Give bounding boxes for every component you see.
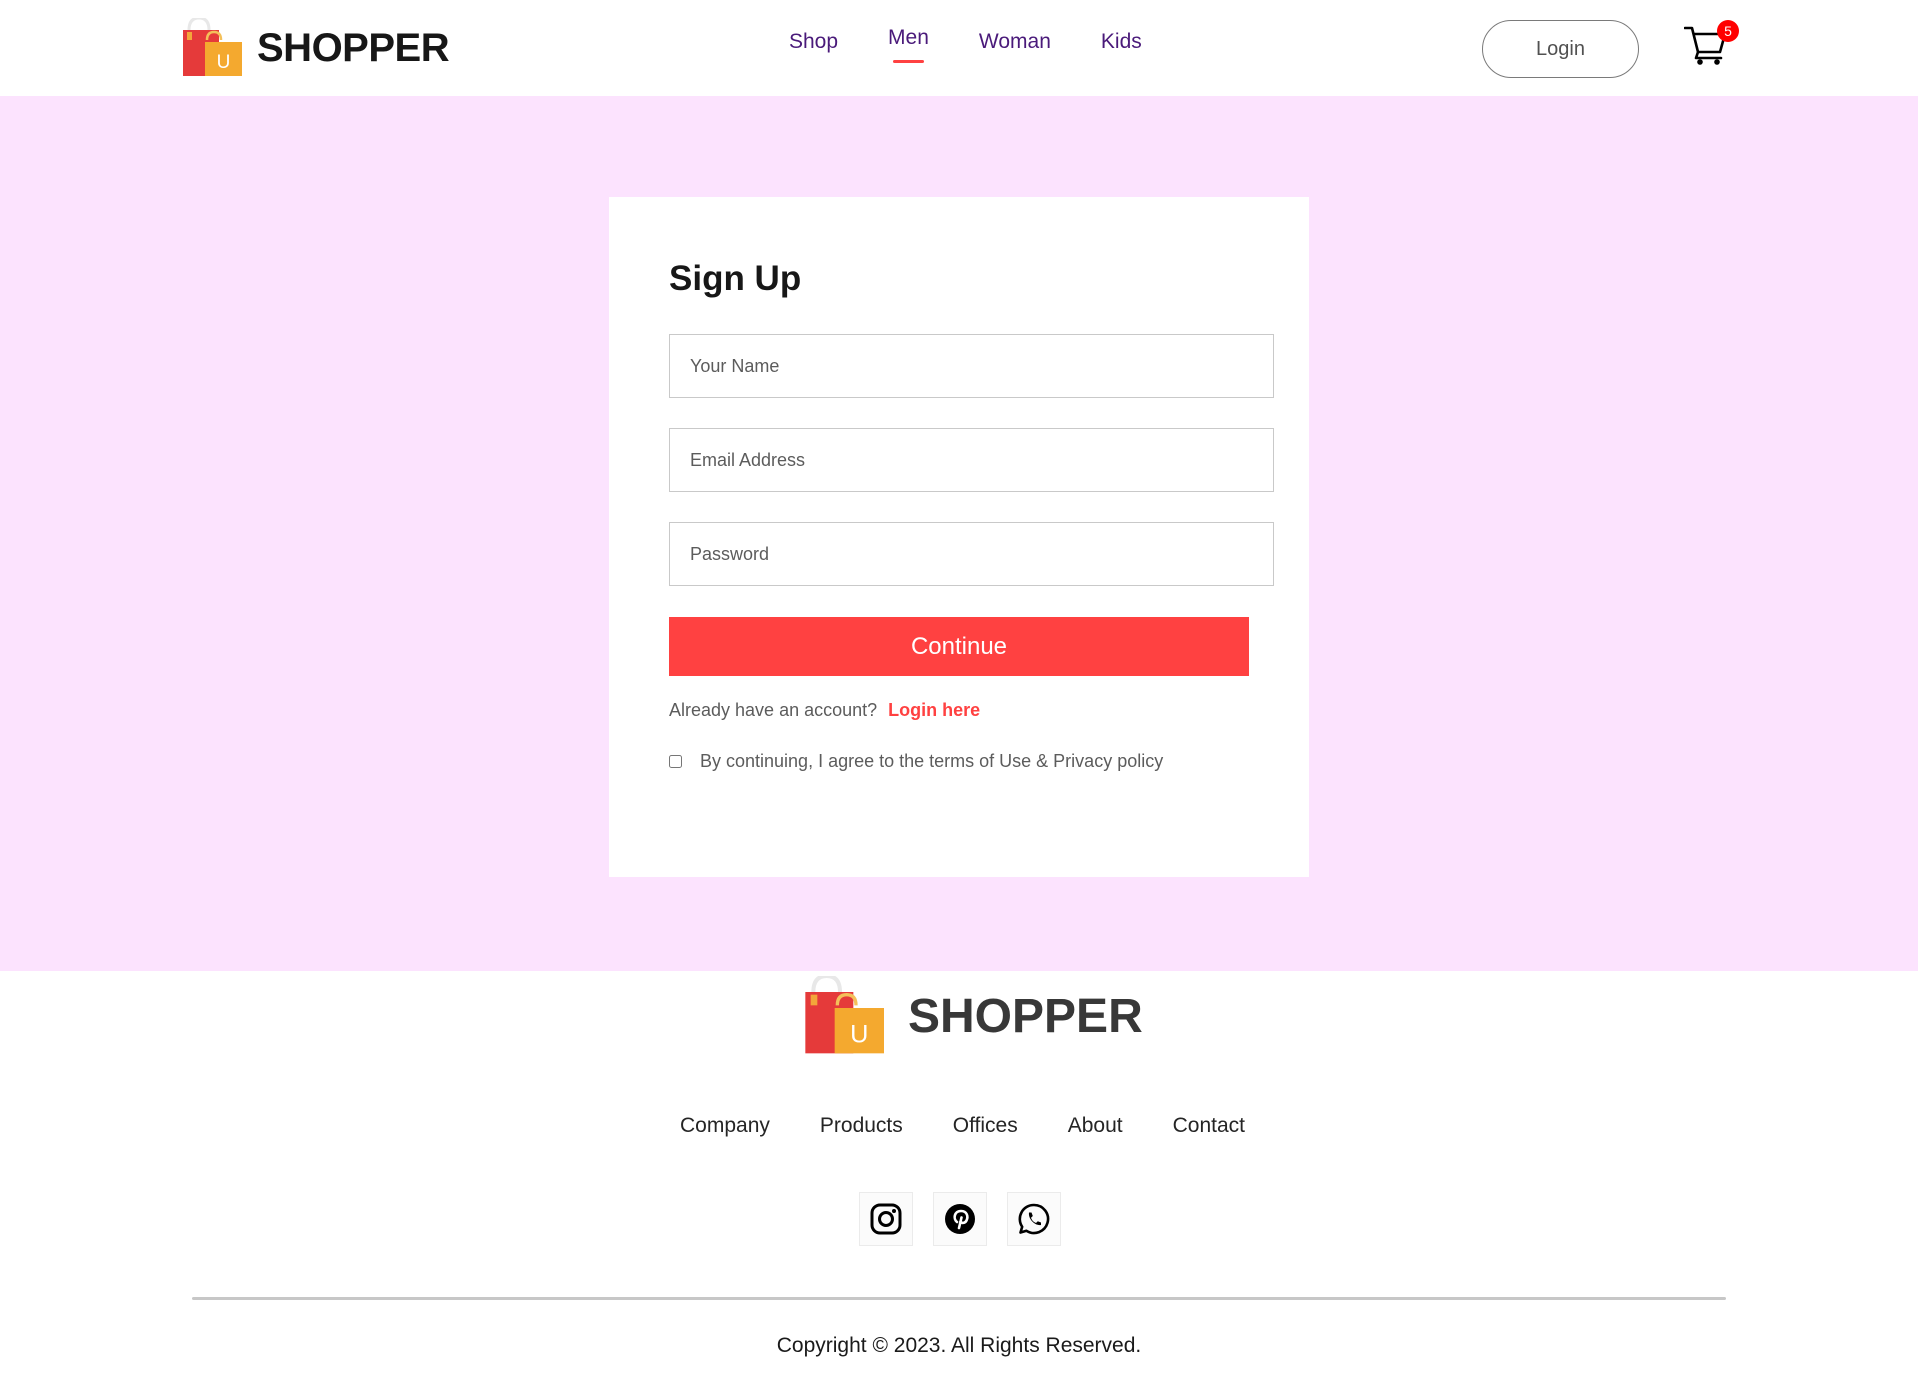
login-button[interactable]: Login — [1482, 20, 1639, 78]
agree-checkbox[interactable] — [669, 755, 682, 768]
nav-item-label: Woman — [978, 30, 1051, 53]
footer-link-products[interactable]: Products — [820, 1114, 903, 1138]
agree-text: By continuing, I agree to the terms of U… — [700, 751, 1164, 771]
footer-link-offices[interactable]: Offices — [953, 1114, 1018, 1138]
footer-brand-name: SHOPPER — [908, 989, 1143, 1043]
bag-letter: U — [850, 1021, 868, 1049]
nav-item-kids[interactable]: Kids — [1101, 30, 1142, 54]
nav-item-label: Shop — [789, 30, 839, 53]
instagram-icon — [870, 1203, 902, 1235]
social-icons — [859, 1192, 1061, 1246]
nav-item-label: Kids — [1100, 30, 1142, 53]
cart-count-badge: 5 — [1717, 20, 1739, 42]
login-prompt-text: Already have an account? — [669, 700, 878, 720]
pinterest-button[interactable] — [933, 1192, 987, 1246]
login-prompt: Already have an account? Login here — [669, 700, 980, 721]
nav-logo[interactable]: U SHOPPER — [181, 16, 450, 78]
footer-link-contact[interactable]: Contact — [1173, 1114, 1245, 1138]
instagram-button[interactable] — [859, 1192, 913, 1246]
footer-logo: U SHOPPER — [802, 973, 1143, 1056]
login-here-link[interactable]: Login here — [888, 700, 980, 720]
nav-item-shop[interactable]: Shop — [789, 30, 838, 54]
email-input[interactable] — [669, 428, 1274, 492]
agree-terms: By continuing, I agree to the terms of U… — [669, 751, 1163, 772]
active-nav-indicator — [893, 60, 924, 63]
nav-item-men[interactable]: Men — [888, 26, 929, 63]
signup-section: Sign Up Continue Already have an account… — [0, 96, 1918, 971]
brand-name: SHOPPER — [257, 25, 450, 70]
nav-item-label: Men — [888, 26, 929, 49]
whatsapp-icon — [1018, 1203, 1050, 1235]
continue-button[interactable]: Continue — [669, 617, 1249, 676]
name-input[interactable] — [669, 334, 1274, 398]
footer-links: Company Products Offices About Contact — [680, 1114, 1295, 1138]
whatsapp-button[interactable] — [1007, 1192, 1061, 1246]
signup-title: Sign Up — [669, 259, 802, 298]
nav-menu: Shop Men Woman Kids — [789, 26, 1192, 63]
bag-letter: U — [217, 52, 231, 73]
signup-card: Sign Up Continue Already have an account… — [609, 197, 1309, 877]
footer-link-about[interactable]: About — [1068, 1114, 1123, 1138]
password-input[interactable] — [669, 522, 1274, 586]
shopping-bag-logo-icon: U — [802, 973, 886, 1056]
footer-link-company[interactable]: Company — [680, 1114, 770, 1138]
shopping-bag-logo-icon: U — [181, 16, 243, 78]
pinterest-icon — [945, 1204, 975, 1234]
footer-divider — [192, 1297, 1726, 1300]
copyright-text: Copyright © 2023. All Rights Reserved. — [776, 1334, 1142, 1357]
navbar: U SHOPPER Shop Men Woman Kids Login 5 — [0, 0, 1918, 96]
nav-item-woman[interactable]: Woman — [979, 30, 1051, 54]
